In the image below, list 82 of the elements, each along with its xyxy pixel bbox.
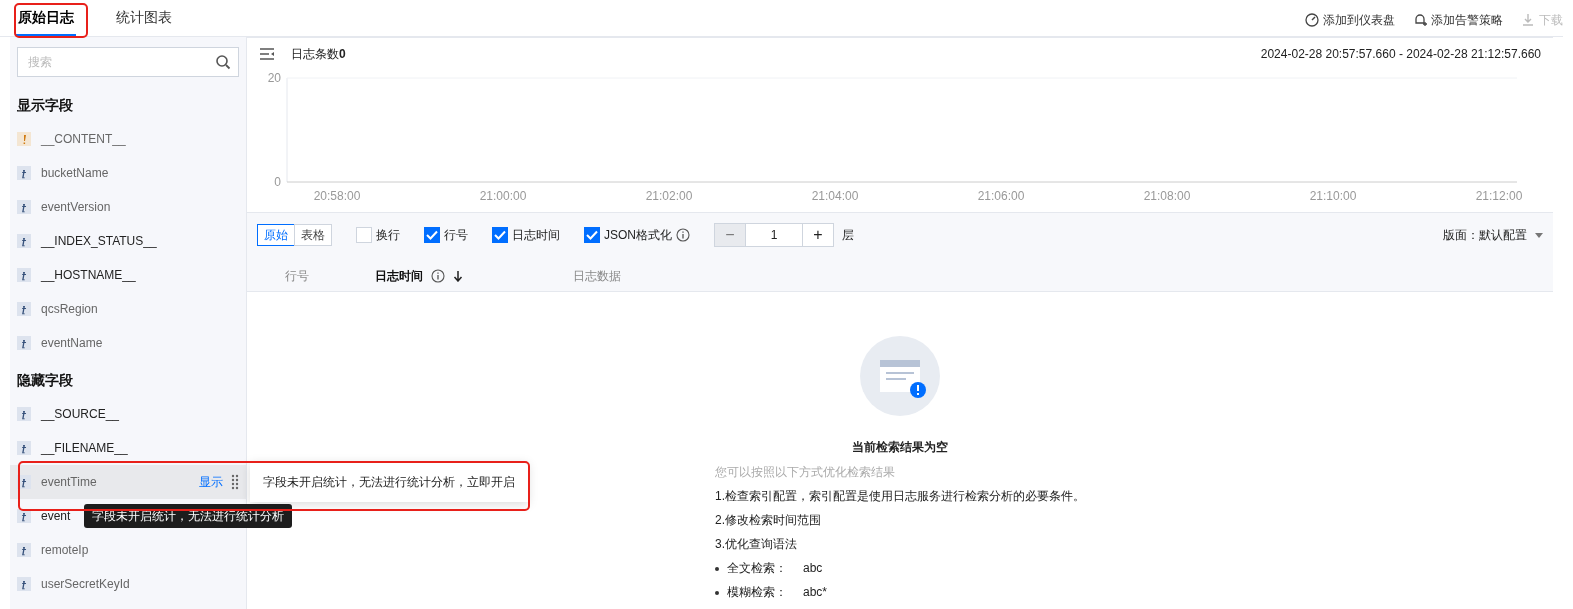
toolbar-link[interactable]: 添加告警策略 <box>1413 11 1503 29</box>
gauge-icon <box>1305 13 1319 27</box>
example-label: 全文检索： <box>727 561 787 576</box>
popover-text: 字段未开启统计，无法进行统计分析， <box>263 475 467 489</box>
number-stepper[interactable]: − 1 + <box>714 223 834 247</box>
section-title: 显示字段 <box>17 96 74 115</box>
column-header[interactable]: 日志数据 <box>573 267 621 285</box>
log-count: 日志条数0 <box>291 46 346 63</box>
field-name[interactable]: bucketName <box>41 164 109 182</box>
field-name[interactable]: __FILENAME__ <box>41 439 128 457</box>
download-icon <box>1521 13 1535 27</box>
view-toggle[interactable]: 原始 <box>257 224 295 246</box>
caret-icon <box>1535 232 1543 238</box>
field-name[interactable]: __SOURCE__ <box>41 405 120 423</box>
field-name[interactable]: remoteIp <box>41 541 89 559</box>
field-name[interactable]: qcsRegion <box>41 300 98 318</box>
text-type-icon <box>17 166 31 180</box>
field-name[interactable]: userSecretKeyId <box>41 575 130 593</box>
step-text: 3.优化查询语法 <box>715 537 798 552</box>
text-type-icon <box>17 407 31 421</box>
axis-tick-label: 21:10:00 <box>1309 189 1357 203</box>
text-type-icon <box>17 509 31 523</box>
checkbox[interactable]: 换行 <box>356 226 400 244</box>
axis-tick-label: 20 <box>267 71 281 85</box>
index-config-link[interactable]: 索引配置 <box>749 489 797 503</box>
text-type-icon <box>17 268 31 282</box>
axis-tick-label: 21:02:00 <box>645 189 693 203</box>
axis-tick-label: 0 <box>274 175 281 189</box>
search-field[interactable]: 搜索 <box>17 47 239 77</box>
view-toggle[interactable]: 表格 <box>294 224 332 246</box>
collapse-icon <box>259 47 275 61</box>
axis-tick-label: 21:00:00 <box>479 189 527 203</box>
bell-icon <box>1413 13 1427 27</box>
empty-result-icon <box>860 336 940 416</box>
bullet-icon <box>715 590 719 595</box>
empty-hint: 您可以按照以下方式优化检索结果 <box>715 465 896 480</box>
check-icon <box>426 230 438 240</box>
text-type-icon <box>17 441 31 455</box>
checkbox[interactable]: 日志时间 <box>492 226 560 244</box>
field-name[interactable]: __HOSTNAME__ <box>41 266 136 284</box>
field-name[interactable]: __CONTENT__ <box>41 130 126 148</box>
warning-type-icon <box>17 132 31 146</box>
check-icon <box>586 230 598 240</box>
tab[interactable]: 统计图表 <box>114 0 174 36</box>
column-header[interactable]: 日志时间 <box>375 267 463 285</box>
tab[interactable]: 原始日志 <box>16 0 76 36</box>
text-type-icon <box>17 302 31 316</box>
text-type-icon <box>17 200 31 214</box>
field-name[interactable]: event <box>41 507 71 525</box>
bullet-icon <box>715 566 719 571</box>
unit-label: 层 <box>842 227 854 244</box>
text-type-icon <box>17 543 31 557</box>
axis-tick-label: 21:04:00 <box>811 189 859 203</box>
axis-tick-label: 21:06:00 <box>977 189 1025 203</box>
text-type-icon <box>17 577 31 591</box>
empty-title: 当前检索结果为空 <box>852 439 948 456</box>
axis-tick-label: 21:12:00 <box>1475 189 1523 203</box>
column-header[interactable]: 行号 <box>285 267 309 285</box>
axis-tick-label: 21:08:00 <box>1143 189 1191 203</box>
field-name[interactable]: eventName <box>41 334 103 352</box>
step-text: 2.修改检索时间范围 <box>715 513 822 528</box>
search-icon <box>216 55 231 70</box>
field-name[interactable]: eventTime <box>41 473 97 491</box>
text-type-icon <box>17 336 31 350</box>
example-value: abc* <box>803 585 828 600</box>
example-value: abc <box>803 561 823 576</box>
section-title: 隐藏字段 <box>17 371 74 390</box>
show-link[interactable]: 显示 <box>199 473 223 491</box>
drag-handle-icon <box>231 474 239 490</box>
checkbox[interactable]: JSON格式化 <box>584 226 690 244</box>
layout-dropdown[interactable]: 版面：默认配置 <box>1443 226 1543 244</box>
time-range: 2024-02-28 20:57:57.660 - 2024-02-28 21:12:57.660 <box>1260 46 1541 63</box>
check-icon <box>494 230 506 240</box>
text-type-icon <box>17 234 31 248</box>
field-name[interactable]: __INDEX_STATUS__ <box>41 232 157 250</box>
example-label: 模糊检索： <box>727 585 787 600</box>
enable-link[interactable]: 立即开启 <box>467 475 515 489</box>
toolbar-link[interactable]: 添加到仪表盘 <box>1305 11 1395 29</box>
step-text: 1.检查索引配置，索引配置是使用日志服务进行检索分析的必要条件。 <box>715 489 1085 504</box>
checkbox[interactable]: 行号 <box>424 226 468 244</box>
field-name[interactable]: eventVersion <box>41 198 111 216</box>
axis-tick-label: 20:58:00 <box>313 189 361 203</box>
